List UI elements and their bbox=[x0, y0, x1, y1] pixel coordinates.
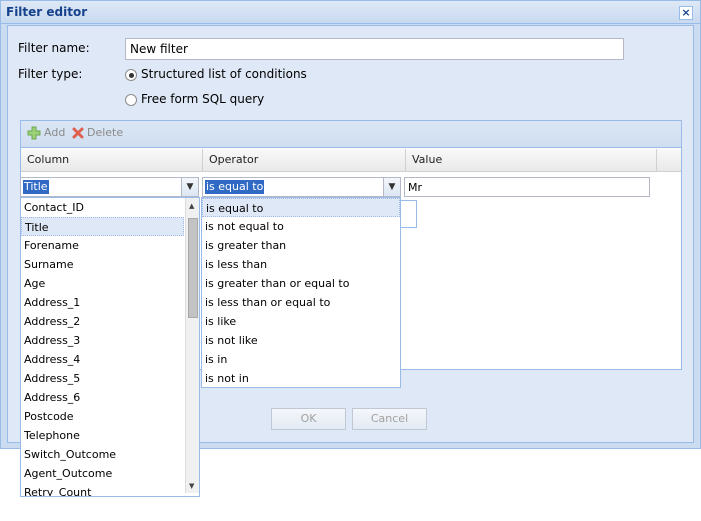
operator-option[interactable]: is not in bbox=[202, 369, 400, 387]
delete-icon[interactable] bbox=[72, 127, 84, 139]
grid-toolbar: Add Delete bbox=[21, 121, 681, 148]
title-bar: Filter editor × bbox=[1, 1, 700, 24]
scroll-up-icon[interactable]: ▲ bbox=[189, 202, 194, 210]
grid-header: Column Operator Value bbox=[21, 149, 681, 172]
operator-option[interactable]: is like bbox=[202, 312, 400, 331]
radio-sql-label[interactable]: Free form SQL query bbox=[141, 92, 264, 106]
column-list-scrollbar[interactable]: ▲ ▼ bbox=[185, 198, 199, 493]
delete-button[interactable]: Delete bbox=[87, 126, 123, 139]
column-option[interactable]: Address_5 bbox=[21, 369, 184, 388]
operator-option[interactable]: is not like bbox=[202, 331, 400, 350]
column-option[interactable]: Address_4 bbox=[21, 350, 184, 369]
column-option[interactable]: Address_3 bbox=[21, 331, 184, 350]
operator-option[interactable]: is greater than or equal to bbox=[202, 274, 400, 293]
column-option[interactable]: Forename bbox=[21, 236, 184, 255]
column-option[interactable]: Switch_Outcome bbox=[21, 445, 184, 464]
operator-option[interactable]: is in bbox=[202, 350, 400, 369]
operator-option[interactable]: is less than or equal to bbox=[202, 293, 400, 312]
radio-sql[interactable] bbox=[125, 94, 137, 106]
cancel-button[interactable]: Cancel bbox=[352, 408, 427, 430]
header-operator[interactable]: Operator bbox=[203, 149, 406, 172]
filter-name-input[interactable]: New filter bbox=[125, 38, 624, 60]
chevron-down-icon[interactable]: ▼ bbox=[181, 178, 198, 196]
filter-name-label: Filter name: bbox=[18, 41, 90, 55]
column-option[interactable]: Address_6 bbox=[21, 388, 184, 407]
column-option[interactable]: Telephone bbox=[21, 426, 184, 445]
operator-option[interactable]: is less than bbox=[202, 255, 400, 274]
column-option[interactable]: Postcode bbox=[21, 407, 184, 426]
column-option[interactable]: Address_1 bbox=[21, 293, 184, 312]
column-option[interactable]: Age bbox=[21, 274, 184, 293]
scrollbar-thumb[interactable] bbox=[188, 218, 198, 318]
operator-combo-value[interactable]: is equal to bbox=[205, 180, 265, 194]
filter-type-label: Filter type: bbox=[18, 67, 83, 81]
column-option[interactable]: Title bbox=[21, 217, 184, 236]
column-combo-value[interactable]: Title bbox=[23, 180, 49, 194]
column-option[interactable]: Surname bbox=[21, 255, 184, 274]
operator-combo[interactable]: is equal to ▼ bbox=[202, 177, 401, 197]
operator-option[interactable]: is greater than bbox=[202, 236, 400, 255]
radio-structured-label[interactable]: Structured list of conditions bbox=[141, 67, 307, 81]
scroll-down-icon[interactable]: ▼ bbox=[189, 482, 194, 490]
add-button[interactable]: Add bbox=[44, 126, 65, 139]
operator-dropdown-list[interactable]: is equal to is not equal to is greater tha… bbox=[201, 197, 401, 388]
radio-structured[interactable] bbox=[125, 69, 137, 81]
window-title: Filter editor bbox=[6, 5, 88, 19]
header-value[interactable]: Value bbox=[406, 149, 657, 172]
row-editor-panel bbox=[399, 200, 417, 228]
chevron-down-icon[interactable]: ▼ bbox=[383, 178, 400, 196]
column-combo[interactable]: Title ▼ bbox=[20, 177, 199, 197]
column-dropdown-list[interactable]: Contact_ID Title Forename Surname Age Address… bbox=[20, 197, 200, 497]
column-option[interactable]: Address_2 bbox=[21, 312, 184, 331]
ok-button[interactable]: OK bbox=[271, 408, 346, 430]
filter-editor-window: Filter editor × Filter name: New filter … bbox=[0, 0, 701, 497]
column-option[interactable]: Contact_ID bbox=[21, 198, 184, 217]
add-icon[interactable] bbox=[27, 126, 41, 140]
column-option[interactable]: Agent_Outcome bbox=[21, 464, 184, 483]
header-column[interactable]: Column bbox=[21, 149, 203, 172]
close-icon[interactable]: × bbox=[679, 6, 693, 20]
value-input[interactable]: Mr bbox=[404, 177, 650, 197]
operator-option[interactable]: is equal to bbox=[202, 198, 400, 217]
column-option[interactable]: Retry_Count bbox=[21, 483, 184, 496]
operator-option[interactable]: is not equal to bbox=[202, 217, 400, 236]
